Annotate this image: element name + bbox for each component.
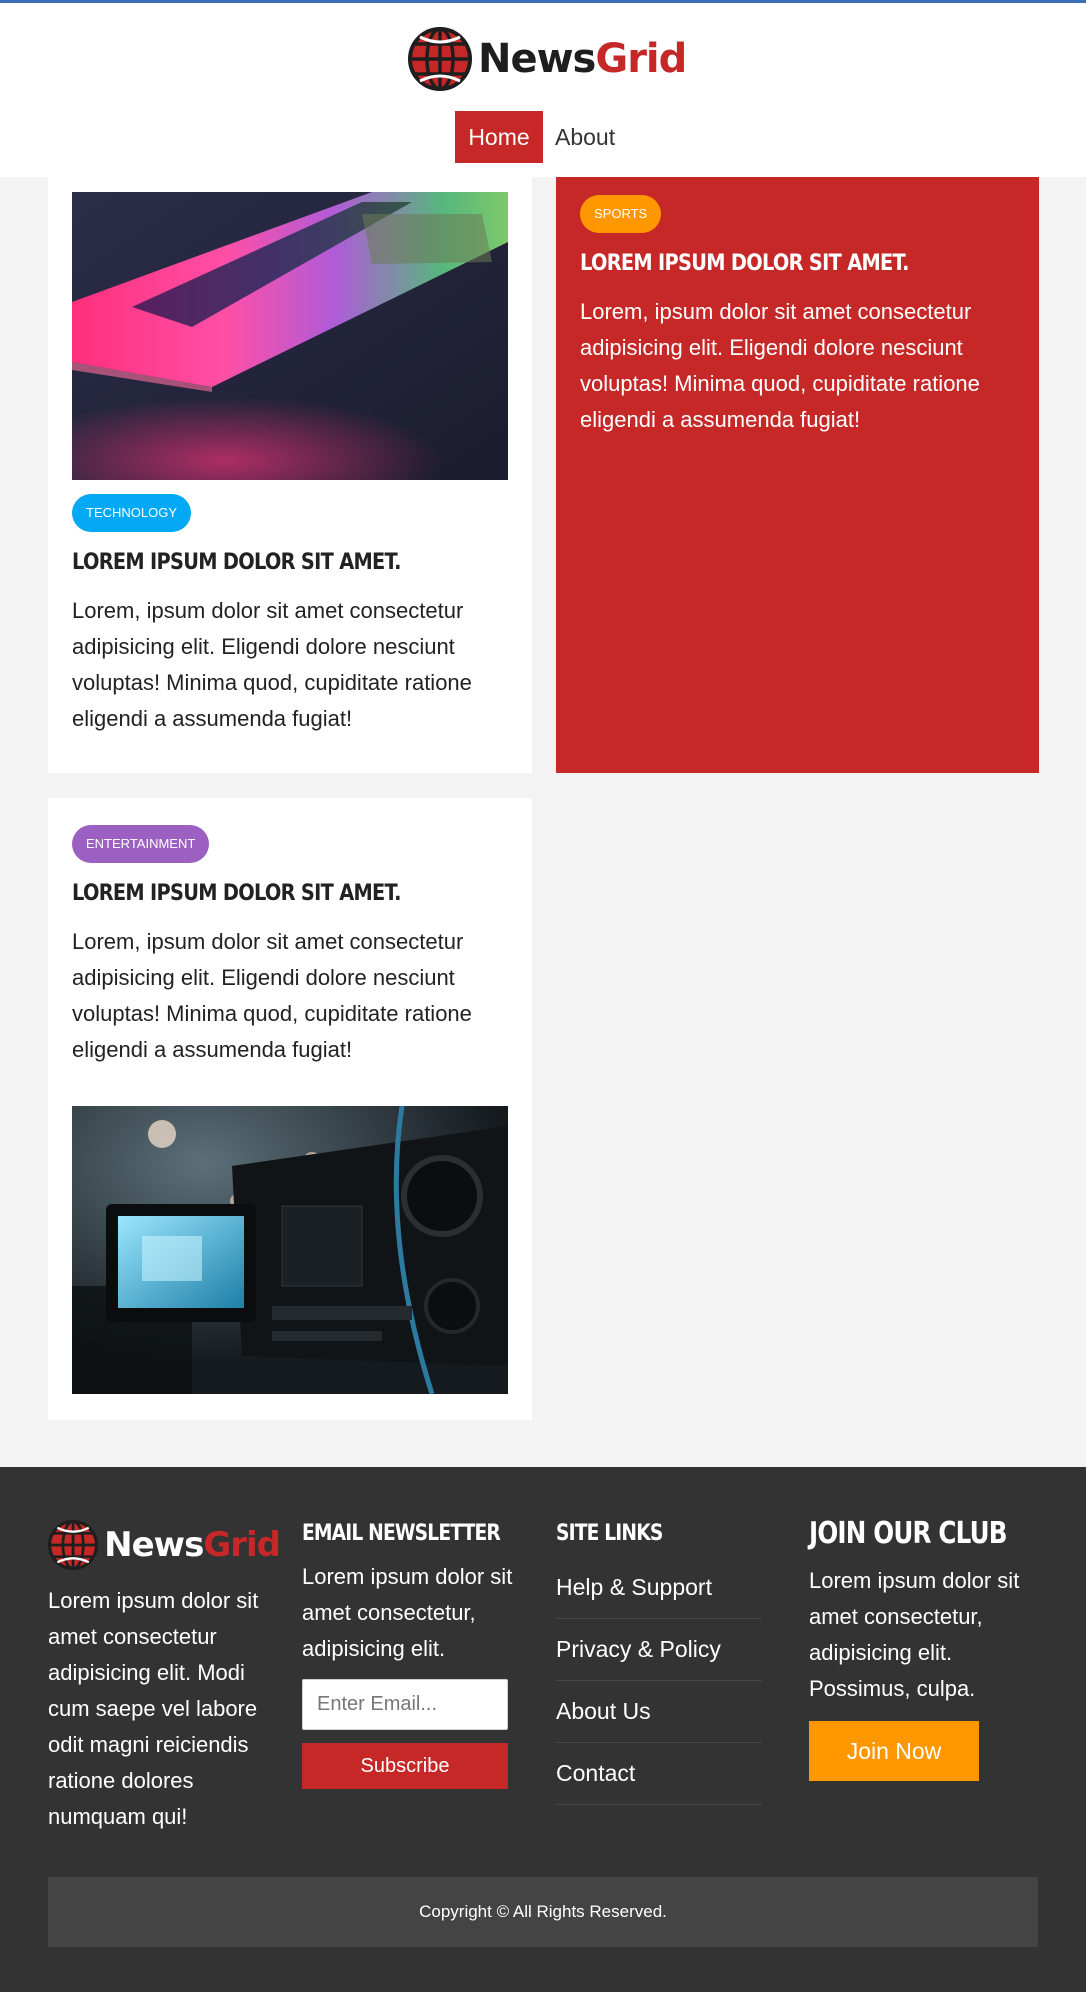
main-nav: Home About (455, 111, 627, 163)
footer-link-contact[interactable]: Contact (556, 1743, 762, 1805)
site-links-heading: Site Links (556, 1521, 663, 1546)
newsletter-text: Lorem ipsum dolor sit amet consectetur, … (302, 1564, 513, 1661)
site-footer: NewsGrid Lorem ipsum dolor sit amet cons… (0, 1467, 1086, 1992)
footer-about: NewsGrid Lorem ipsum dolor sit amet cons… (48, 1517, 281, 1835)
brand-name: NewsGrid (478, 36, 687, 82)
join-now-button[interactable]: Join Now (809, 1721, 979, 1781)
email-input[interactable] (302, 1679, 508, 1730)
subscribe-button[interactable]: Subscribe (302, 1743, 508, 1789)
footer-link-about-us[interactable]: About Us (556, 1681, 762, 1743)
globe-icon (48, 1518, 98, 1572)
brand-name: NewsGrid (104, 1525, 281, 1565)
site-header: NewsGrid Home About (0, 0, 1086, 177)
footer-link-privacy-policy[interactable]: Privacy & Policy (556, 1619, 762, 1681)
brand-logo[interactable]: NewsGrid (408, 27, 687, 91)
copyright-bar: Copyright © All Rights Reserved. (48, 1877, 1038, 1947)
article-title[interactable]: Lorem ipsum dolor sit amet. (580, 251, 963, 276)
video-camera-image (72, 1106, 508, 1394)
nav-item-about[interactable]: About (543, 111, 627, 163)
category-badge-technology[interactable]: Technology (72, 494, 192, 532)
join-club-heading: Join Our Club (809, 1516, 1008, 1551)
category-badge-entertainment[interactable]: Entertainment (72, 825, 210, 863)
nav-item-home[interactable]: Home (455, 111, 543, 163)
join-club-text: Lorem ipsum dolor sit amet consectetur, … (809, 1568, 1020, 1701)
globe-icon (408, 27, 472, 91)
footer-newsletter: Email Newsletter Lorem ipsum dolor sit a… (302, 1515, 534, 1789)
footer-join-club: Join Our Club Lorem ipsum dolor sit amet… (809, 1515, 1045, 1781)
footer-brand-logo[interactable]: NewsGrid (48, 1517, 281, 1573)
footer-about-text: Lorem ipsum dolor sit amet consectetur a… (48, 1588, 259, 1829)
article-excerpt: Lorem, ipsum dolor sit amet consectetur … (72, 929, 472, 1062)
article-card-technology: Technology Lorem ipsum dolor sit amet. L… (48, 177, 532, 773)
footer-link-help-support[interactable]: Help & Support (556, 1557, 762, 1619)
article-card-entertainment: Entertainment Lorem ipsum dolor sit amet… (48, 798, 532, 1420)
article-card-sports: Sports Lorem ipsum dolor sit amet. Lorem… (556, 177, 1039, 773)
footer-site-links: Site Links Help & Support Privacy & Poli… (556, 1515, 788, 1805)
site-links-list: Help & Support Privacy & Policy About Us… (556, 1557, 762, 1805)
article-excerpt: Lorem, ipsum dolor sit amet consectetur … (580, 299, 980, 432)
category-badge-sports[interactable]: Sports (580, 195, 662, 233)
article-title[interactable]: Lorem ipsum dolor sit amet. (72, 550, 456, 575)
article-title[interactable]: Lorem ipsum dolor sit amet. (72, 881, 456, 906)
newsletter-heading: Email Newsletter (302, 1521, 501, 1546)
article-excerpt: Lorem, ipsum dolor sit amet consectetur … (72, 598, 472, 731)
laptop-keyboard-image (72, 192, 508, 480)
